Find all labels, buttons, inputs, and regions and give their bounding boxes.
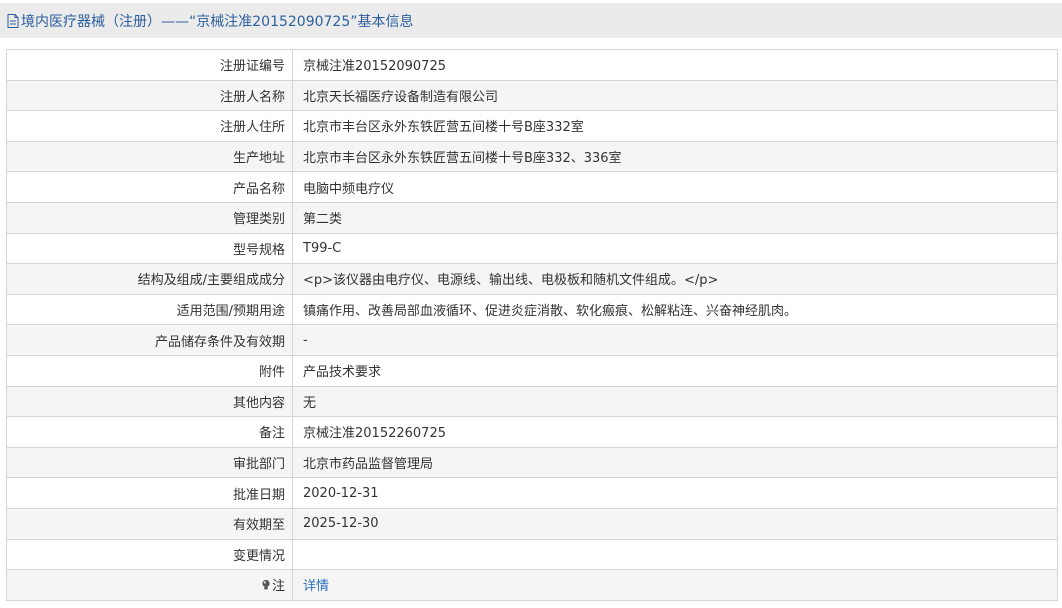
row-value: 第二类 — [303, 212, 343, 228]
row-label: 型号规格 — [7, 233, 293, 264]
row-label: 产品名称 — [7, 172, 293, 202]
row-value: 详情 — [293, 570, 1057, 600]
row-value: - — [303, 332, 308, 348]
row-label: 变更情况 — [7, 539, 293, 570]
row-label: 适用范围/预期用途 — [7, 294, 293, 325]
row-value: 京械注准20152090725 — [303, 59, 446, 75]
row-value: 无 — [303, 395, 317, 411]
table-row: 批准日期 2020-12-31 — [7, 478, 1057, 509]
row-value: 镇痛作用、改善局部血液循环、促进炎症消散、软化瘢痕、松解粘连、兴奋神经肌肉。 — [303, 304, 798, 320]
table-row: 型号规格 T99-C — [7, 233, 1057, 265]
row-label: 结构及组成/主要组成成分 — [7, 264, 293, 294]
document-icon — [7, 13, 19, 28]
row-value — [293, 540, 1057, 570]
row-label: 批准日期 — [7, 478, 293, 508]
table-row: 注册证编号 京械注准20152090725 — [7, 50, 1057, 81]
row-label: 产品储存条件及有效期 — [7, 325, 293, 355]
row-label: 注册人住所 — [7, 111, 293, 141]
row-label: 有效期至 — [7, 508, 293, 539]
table-row: 注册人住所 北京市丰台区永外东铁匠营五间楼十号B座332室 — [7, 111, 1057, 142]
table-row-note: 注 详情 — [7, 570, 1057, 601]
row-value: 北京市药品监督管理局 — [303, 457, 434, 473]
row-label: 注册人名称 — [7, 80, 293, 111]
row-value: 2020-12-31 — [303, 485, 379, 501]
table-row: 结构及组成/主要组成成分 <p>该仪器由电疗仪、电源线、输出线、电极板和随机文件组… — [7, 264, 1057, 295]
lightbulb-icon — [262, 579, 270, 590]
table-row: 注册人名称 北京天长福医疗设备制造有限公司 — [7, 80, 1057, 112]
row-label: 生产地址 — [7, 141, 293, 172]
info-table: 注册证编号 京械注准20152090725 注册人名称 北京天长福医疗设备制造有限公司… — [6, 49, 1058, 601]
table-row: 适用范围/预期用途 镇痛作用、改善局部血液循环、促进炎症消散、软化瘢痕、松解粘连、… — [7, 294, 1057, 326]
row-value: <p>该仪器由电疗仪、电源线、输出线、电极板和随机文件组成。</p> — [303, 273, 719, 289]
row-label: 附件 — [7, 355, 293, 386]
row-label: 注 — [7, 570, 293, 600]
row-label: 备注 — [7, 417, 293, 447]
table-row: 产品名称 电脑中频电疗仪 — [7, 172, 1057, 203]
row-value: 北京市丰台区永外东铁匠营五间楼十号B座332室 — [303, 120, 584, 136]
table-row: 产品储存条件及有效期 - — [7, 325, 1057, 356]
page-header: 境内医疗器械（注册）——“京械注准20152090725”基本信息 — [0, 3, 1062, 38]
table-row: 有效期至 2025-12-30 — [7, 508, 1057, 540]
row-label: 管理类别 — [7, 202, 293, 233]
row-label: 其他内容 — [7, 386, 293, 417]
table-row: 其他内容无 — [7, 386, 1057, 418]
table-row: 备注 京械注准20152260725 — [7, 417, 1057, 448]
row-value: T99-C — [303, 240, 342, 256]
row-value: 电脑中频电疗仪 — [303, 181, 395, 197]
row-label: 审批部门 — [7, 447, 293, 478]
details-link[interactable]: 详情 — [303, 575, 329, 594]
table-row: 生产地址 北京市丰台区永外东铁匠营五间楼十号B座332、336室 — [7, 141, 1057, 173]
table-row: 附件 产品技术要求 — [7, 355, 1057, 387]
row-value: 产品技术要求 — [303, 365, 382, 381]
row-value: 2025-12-30 — [303, 516, 379, 532]
table-row: 审批部门 北京市药品监督管理局 — [7, 447, 1057, 479]
row-value: 北京市丰台区永外东铁匠营五间楼十号B座332、336室 — [303, 151, 622, 167]
row-label: 注册证编号 — [7, 50, 293, 80]
table-row: 变更情况 — [7, 539, 1057, 571]
page-title: 境内医疗器械（注册）——“京械注准20152090725”基本信息 — [21, 13, 414, 30]
row-value: 北京天长福医疗设备制造有限公司 — [303, 89, 499, 105]
row-value: 京械注准20152260725 — [303, 426, 446, 442]
table-row: 管理类别 第二类 — [7, 202, 1057, 234]
note-label: 注 — [271, 579, 285, 595]
